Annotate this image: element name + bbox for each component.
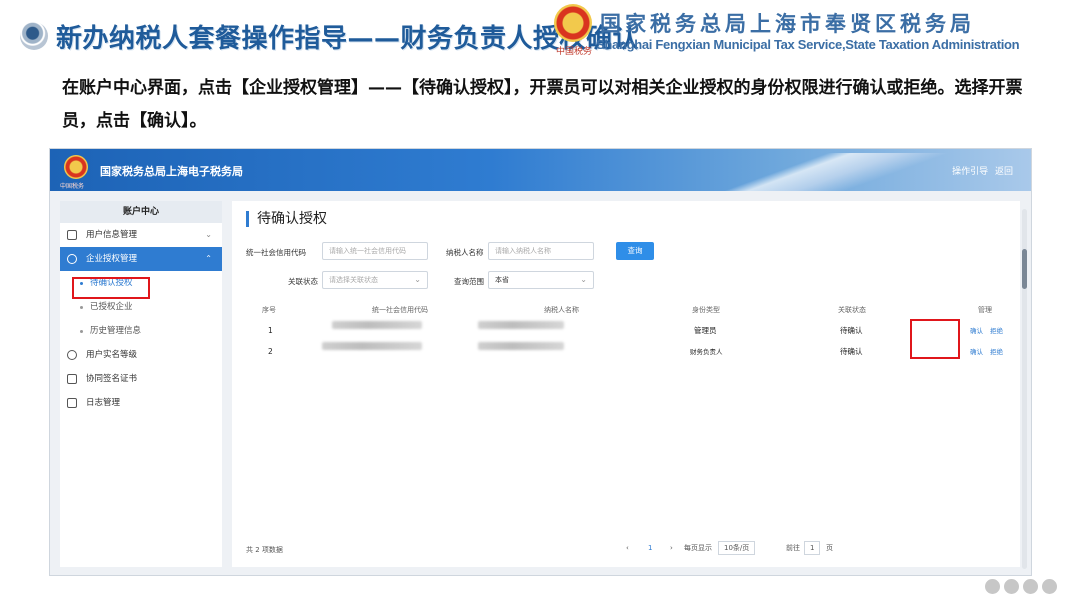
- goto-suffix: 页: [826, 544, 833, 552]
- slide-title: 新办纳税人套餐操作指导——财务负责人授权确认: [56, 24, 640, 54]
- confirm-link[interactable]: 确认: [970, 342, 983, 362]
- highlight-box-actions: [910, 319, 960, 359]
- sidebar-item-label: 历史管理信息: [90, 326, 142, 336]
- sidebar-item-realname-level[interactable]: 用户实名等级: [60, 343, 222, 367]
- table-row: 1 管理员 待确认 确认 拒绝: [242, 321, 1012, 341]
- header-links: 操作引导 返回: [948, 164, 1013, 177]
- authorization-icon: [67, 254, 77, 264]
- reject-link[interactable]: 拒绝: [990, 321, 1003, 341]
- sidebar-item-label: 协同签名证书: [86, 374, 138, 384]
- bullet-dot-icon: [80, 306, 83, 309]
- query-scope-label: 查询范围: [454, 277, 484, 286]
- page-title: 待确认授权: [246, 211, 327, 227]
- relation-status-label: 关联状态: [288, 277, 318, 286]
- emblem-caption: 中国税务: [556, 47, 593, 57]
- total-count: 共 2 项数据: [246, 546, 283, 554]
- per-page-select[interactable]: 10条/页: [718, 541, 756, 555]
- sidebar-heading: 账户中心: [60, 201, 222, 223]
- chevron-up-icon: ⌃: [205, 254, 212, 263]
- nav-dot[interactable]: [985, 579, 1000, 594]
- row-identity: 管理员: [694, 326, 717, 335]
- log-icon: [67, 398, 77, 408]
- prev-page-button[interactable]: ‹: [626, 541, 629, 555]
- sidebar: 账户中心 用户信息管理 ⌄ 企业授权管理 ⌃ 待确认授权 已授权企业 历史管理信…: [60, 201, 222, 567]
- next-page-button[interactable]: ›: [670, 541, 673, 555]
- bullet-circle-icon: [20, 22, 48, 50]
- main-panel: 待确认授权 统一社会信用代码 请输入统一社会信用代码 纳税人名称 请输入纳税人名…: [232, 201, 1020, 567]
- sidebar-item-logs[interactable]: 日志管理: [60, 391, 222, 415]
- app-window: 中国税务 国家税务总局上海电子税务局 操作引导 返回 账户中心 用户信息管理 ⌄…: [49, 148, 1032, 576]
- tax-emblem-icon: [554, 4, 592, 42]
- query-button[interactable]: 查询: [616, 242, 654, 260]
- banner-mountain-graphic: [610, 153, 990, 191]
- guide-link[interactable]: 操作引导: [952, 167, 988, 177]
- relation-status-select[interactable]: 请选择关联状态 ⌄: [322, 271, 428, 289]
- chevron-down-icon: ⌄: [580, 275, 587, 284]
- org-name-cn: 国家税务总局上海市奉贤区税务局: [600, 12, 975, 36]
- sidebar-item-label: 企业授权管理: [86, 254, 138, 264]
- per-page-label: 每页显示: [684, 544, 712, 552]
- sidebar-item-certificate[interactable]: 协同签名证书: [60, 367, 222, 391]
- column-header: 统一社会信用代码: [372, 306, 428, 314]
- page-number[interactable]: 1: [648, 541, 652, 555]
- redacted-taxpayer-name: [478, 342, 564, 350]
- credit-code-input[interactable]: 请输入统一社会信用代码: [322, 242, 428, 260]
- column-header: 纳税人名称: [544, 306, 579, 314]
- app-banner: 中国税务 国家税务总局上海电子税务局 操作引导 返回: [50, 149, 1031, 191]
- chevron-down-icon: ⌄: [414, 275, 421, 284]
- id-card-icon: [67, 230, 77, 240]
- column-header: 关联状态: [838, 306, 866, 314]
- user-icon: [67, 350, 77, 360]
- nav-dot[interactable]: [1023, 579, 1038, 594]
- nav-dot[interactable]: [1042, 579, 1057, 594]
- query-scope-value: 本省: [495, 276, 509, 284]
- table-header: 序号 统一社会信用代码 纳税人名称 身份类型 关联状态 管理: [242, 305, 1012, 319]
- row-index: 2: [268, 347, 273, 356]
- sidebar-item-history[interactable]: 历史管理信息: [60, 319, 222, 343]
- certificate-icon: [67, 374, 77, 384]
- redacted-credit-code: [322, 342, 422, 350]
- sidebar-item-label: 用户实名等级: [86, 350, 138, 360]
- taxpayer-name-input[interactable]: 请输入纳税人名称: [488, 242, 594, 260]
- back-link[interactable]: 返回: [995, 167, 1013, 177]
- goto-label: 前往: [786, 544, 800, 552]
- redacted-taxpayer-name: [478, 321, 564, 329]
- reject-link[interactable]: 拒绝: [990, 342, 1003, 362]
- sidebar-item-label: 已授权企业: [90, 302, 133, 312]
- goto-page-input[interactable]: 1: [804, 541, 821, 555]
- slide-nav-dots: [985, 579, 1061, 595]
- nav-dot[interactable]: [1004, 579, 1019, 594]
- sidebar-item-label: 用户信息管理: [86, 230, 138, 240]
- highlight-box-pending-auth: [72, 277, 150, 299]
- column-header: 序号: [262, 306, 276, 314]
- row-status: 待确认: [840, 326, 863, 335]
- instruction-text: 在账户中心界面，点击【企业授权管理】——【待确认授权】，开票员可以对相关企业授权…: [62, 78, 1023, 131]
- row-identity: 财务负责人: [690, 348, 723, 356]
- sidebar-item-user-info[interactable]: 用户信息管理 ⌄: [60, 223, 222, 247]
- table-row: 2 财务负责人 待确认 确认 拒绝: [242, 342, 1012, 362]
- query-scope-select[interactable]: 本省 ⌄: [488, 271, 594, 289]
- row-status: 待确认: [840, 347, 863, 356]
- scrollbar[interactable]: [1022, 209, 1027, 569]
- row-index: 1: [268, 326, 273, 335]
- sidebar-item-label: 日志管理: [86, 398, 121, 408]
- column-header: 管理: [978, 306, 992, 314]
- redacted-credit-code: [332, 321, 422, 329]
- app-logo-icon: [64, 155, 88, 179]
- chevron-down-icon: ⌄: [205, 230, 212, 239]
- app-logo-caption: 中国税务: [60, 183, 85, 190]
- scrollbar-thumb[interactable]: [1022, 249, 1027, 289]
- bullet-dot-icon: [80, 330, 83, 333]
- app-title: 国家税务总局上海电子税务局: [100, 165, 243, 178]
- taxpayer-name-label: 纳税人名称: [446, 248, 484, 257]
- org-name-en: Shanghai Fengxian Municipal Tax Service,…: [596, 37, 1020, 52]
- column-header: 身份类型: [692, 306, 720, 314]
- credit-code-label: 统一社会信用代码: [246, 248, 306, 257]
- sidebar-item-enterprise-auth[interactable]: 企业授权管理 ⌃: [60, 247, 222, 271]
- slide-header: 新办纳税人套餐操作指导——财务负责人授权确认 中国税务 国家税务总局上海市奉贤区…: [0, 0, 1080, 70]
- relation-status-placeholder: 请选择关联状态: [329, 276, 378, 284]
- confirm-link[interactable]: 确认: [970, 321, 983, 341]
